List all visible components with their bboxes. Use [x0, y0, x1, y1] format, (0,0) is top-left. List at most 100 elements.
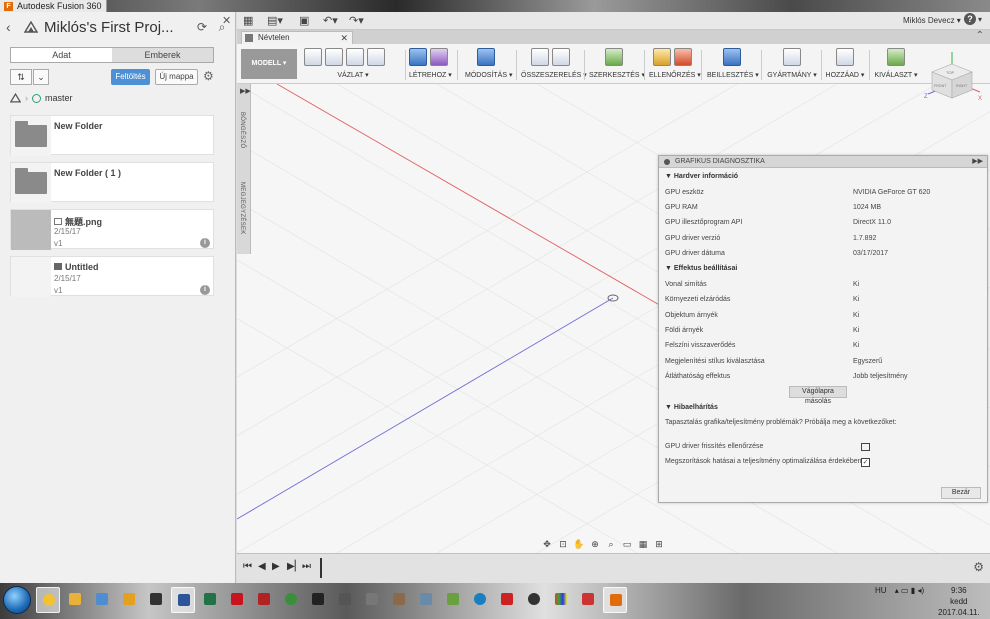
- expand-browser-icon[interactable]: ▶▶: [240, 87, 251, 95]
- viewcube-right-label[interactable]: RIGHT: [956, 84, 968, 88]
- insert-image-icon[interactable]: [723, 48, 741, 66]
- info-icon[interactable]: i: [200, 238, 210, 248]
- comments-label[interactable]: MEGJEGYZÉSEK: [239, 182, 245, 235]
- sketch-menu-label[interactable]: VÁZLAT ▾: [304, 71, 402, 79]
- inspect-group[interactable]: ELLENŐRZÉS ▾: [649, 48, 701, 82]
- undo-icon[interactable]: ↶▾: [323, 14, 338, 27]
- taskbar-app-blue-c[interactable]: [468, 587, 492, 613]
- list-item[interactable]: Untitled 2/15/17 v1 i: [10, 256, 214, 297]
- browser-label[interactable]: BÖNGÉSZŐ: [239, 112, 245, 148]
- taskbar-app-red-tool[interactable]: [576, 587, 600, 613]
- taskbar-app-pdf[interactable]: [252, 587, 276, 613]
- troubleshoot-section-header[interactable]: ▼ Hibaelhárítás: [665, 404, 718, 411]
- taskbar-app-save[interactable]: [144, 587, 168, 613]
- taskbar-app-excel[interactable]: [198, 587, 222, 613]
- list-item[interactable]: 無題.png 2/15/17 v1 i: [10, 209, 214, 250]
- close-data-panel-icon[interactable]: ✕: [222, 14, 231, 27]
- sort-dropdown-button[interactable]: ⌄: [33, 69, 49, 85]
- zoom-icon[interactable]: ⊕: [588, 538, 602, 550]
- taskbar-app-utility[interactable]: [387, 587, 411, 613]
- taskbar-app-green[interactable]: [441, 587, 465, 613]
- sketch-group[interactable]: VÁZLAT ▾: [304, 48, 402, 82]
- orbit-icon[interactable]: ✥: [540, 538, 554, 550]
- select-menu-label[interactable]: KIVÁLASZT ▾: [873, 71, 919, 79]
- gear-icon[interactable]: ⚙: [203, 69, 214, 83]
- viewports-icon[interactable]: ⊞: [652, 538, 666, 550]
- taskbar-app-file-explorer[interactable]: [63, 587, 87, 613]
- make-group[interactable]: GYÁRTMÁNY ▾: [767, 48, 817, 82]
- taskbar-app-fusion[interactable]: [603, 587, 627, 613]
- taskbar-app-acrobat[interactable]: [225, 587, 249, 613]
- panel-header[interactable]: GRAFIKUS DIAGNOSZTIKA ▶▶: [659, 156, 987, 168]
- insert-group[interactable]: BEILLESZTÉS ▾: [707, 48, 759, 82]
- taskbar-app-dark[interactable]: [522, 587, 546, 613]
- gear-icon[interactable]: ⚙: [973, 560, 984, 574]
- tab-data[interactable]: Adat: [11, 48, 112, 62]
- look-at-icon[interactable]: ⊡: [556, 538, 570, 550]
- effects-section-header[interactable]: ▼ Effektus beállításai: [665, 265, 737, 272]
- taskbar-app-word[interactable]: [171, 587, 195, 613]
- taskbar-app-chrome[interactable]: [36, 587, 60, 613]
- system-clock[interactable]: 9:36 kedd 2017.04.11.: [938, 585, 980, 618]
- add-ins-group[interactable]: HOZZÁAD ▾: [825, 48, 865, 82]
- redo-icon[interactable]: ↷▾: [349, 14, 364, 27]
- joint-icon[interactable]: [551, 48, 570, 66]
- pan-hand-icon[interactable]: ✋: [572, 538, 586, 550]
- tab-document[interactable]: Névtelen ✕: [241, 31, 353, 44]
- taskbar-app-media[interactable]: [117, 587, 141, 613]
- zebra-analysis-icon[interactable]: [673, 48, 692, 66]
- form-icon[interactable]: [430, 48, 448, 66]
- upload-button[interactable]: Feltöltés: [111, 69, 150, 85]
- save-icon[interactable]: ▣: [299, 14, 309, 27]
- grid-settings-icon[interactable]: ▦: [636, 538, 650, 550]
- tab-people[interactable]: Emberek: [112, 48, 213, 62]
- sort-button[interactable]: ⇅: [10, 69, 32, 85]
- extrude-box-icon[interactable]: [409, 48, 427, 66]
- file-menu-icon[interactable]: ▤▾: [267, 14, 283, 27]
- list-item[interactable]: New Folder ( 1 ): [10, 162, 214, 203]
- insert-menu-label[interactable]: BEILLESZTÉS ▾: [707, 71, 759, 79]
- taskbar-app-tool[interactable]: [333, 587, 357, 613]
- taskbar-app-phone[interactable]: [306, 587, 330, 613]
- language-indicator[interactable]: HU: [875, 586, 887, 595]
- display-settings-icon[interactable]: ▭: [620, 538, 634, 550]
- assemble-group[interactable]: ÖSSZESZERELÉS ▾: [521, 48, 587, 82]
- offset-plane-icon[interactable]: [605, 48, 623, 66]
- 3d-print-icon[interactable]: [783, 48, 801, 66]
- construct-menu-label[interactable]: SZERKESZTÉS ▾: [589, 71, 645, 79]
- hardware-section-header[interactable]: ▼ Hardver információ: [665, 173, 738, 180]
- new-component-icon[interactable]: [530, 48, 549, 66]
- optimize-checkbox[interactable]: ✓: [861, 458, 870, 467]
- open-link-icon[interactable]: [861, 443, 870, 451]
- select-arrow-icon[interactable]: [887, 48, 905, 66]
- list-item[interactable]: New Folder: [10, 115, 214, 156]
- project-root-icon[interactable]: [10, 93, 21, 103]
- step-forward-icon[interactable]: ▶▏: [287, 561, 302, 572]
- refresh-icon[interactable]: ⟳: [195, 20, 209, 34]
- panel-grip-icon[interactable]: [664, 159, 670, 165]
- play-icon[interactable]: ▶: [272, 561, 280, 572]
- close-tab-icon[interactable]: ✕: [340, 32, 348, 44]
- create-group[interactable]: LÉTREHOZ ▾: [409, 48, 452, 82]
- viewcube[interactable]: TOP FRONT RIGHT Z X: [924, 52, 984, 102]
- help-dropdown-icon[interactable]: ▾: [978, 15, 982, 24]
- add-ins-menu-label[interactable]: HOZZÁAD ▾: [825, 71, 865, 79]
- timeline-marker-icon[interactable]: [319, 558, 323, 578]
- taskbar-app-reader[interactable]: [495, 587, 519, 613]
- workspace-switcher[interactable]: MODELL ▾: [241, 49, 297, 79]
- help-icon[interactable]: ?: [964, 13, 976, 25]
- create-menu-label[interactable]: LÉTREHOZ ▾: [409, 71, 452, 79]
- go-to-end-icon[interactable]: ⏭: [302, 561, 311, 572]
- taskbar-app-colors[interactable]: [549, 587, 573, 613]
- viewcube-top-label[interactable]: TOP: [946, 70, 954, 75]
- line-icon[interactable]: [367, 48, 385, 66]
- taskbar-app-network-tool[interactable]: [414, 587, 438, 613]
- press-pull-icon[interactable]: [477, 48, 495, 66]
- branch-name[interactable]: master: [45, 93, 73, 103]
- assemble-menu-label[interactable]: ÖSSZESZERELÉS ▾: [521, 71, 587, 79]
- user-account-menu[interactable]: Miklós Devecz ▾: [903, 16, 961, 25]
- new-folder-button[interactable]: Új mappa: [155, 69, 198, 85]
- system-tray[interactable]: HU ▴ ▭ ▮ ◂): [875, 586, 924, 595]
- measure-icon[interactable]: [652, 48, 671, 66]
- tab-overflow-icon[interactable]: ⌃: [976, 30, 984, 41]
